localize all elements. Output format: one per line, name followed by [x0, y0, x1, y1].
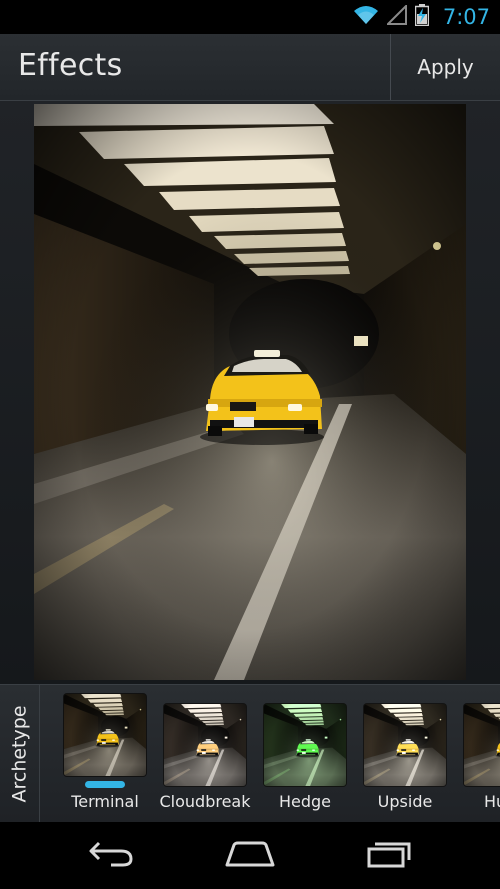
home-button[interactable]: [215, 834, 285, 878]
filter-item-terminal[interactable]: Terminal: [60, 685, 160, 823]
back-button[interactable]: [76, 834, 146, 878]
filter-category-tab[interactable]: Archetype: [0, 685, 40, 823]
page-title: Effects: [18, 48, 123, 83]
photo-image: [34, 104, 466, 680]
status-time: 7:07: [442, 5, 490, 29]
selected-indicator: [85, 781, 125, 788]
signal-icon: [385, 3, 407, 29]
filter-item-partial[interactable]: Hu: [460, 685, 500, 823]
wifi-icon: [353, 5, 379, 29]
recent-apps-icon: [365, 839, 413, 873]
filter-label: Hedge: [278, 792, 332, 811]
filter-label: Cloudbreak: [159, 792, 251, 811]
filter-thumbnail: [464, 704, 500, 786]
home-icon: [224, 839, 276, 873]
filter-thumbnail: [164, 704, 246, 786]
filter-label: Hu: [484, 792, 500, 811]
filter-thumbnail: [64, 694, 146, 776]
filter-item-hedge[interactable]: Hedge: [260, 685, 360, 823]
filter-item-upside[interactable]: Upside: [360, 685, 460, 823]
filter-label: Terminal: [71, 792, 139, 811]
status-bar: 7:07: [0, 0, 500, 34]
filter-strip: Archetype Terminal Cloudbreak Hedge Upsi…: [0, 684, 500, 823]
photo-preview-area: [0, 101, 500, 684]
back-icon: [87, 839, 135, 873]
filter-category-label: Archetype: [8, 705, 31, 803]
battery-charging-icon: [414, 4, 430, 30]
filter-item-cloudbreak[interactable]: Cloudbreak: [160, 685, 260, 823]
photo-preview[interactable]: [34, 104, 466, 680]
filter-thumbnail: [364, 704, 446, 786]
filter-label: Upside: [377, 792, 433, 811]
action-bar: Effects Apply: [0, 34, 500, 101]
navigation-bar: [0, 822, 500, 889]
recent-apps-button[interactable]: [354, 834, 424, 878]
filter-thumbnail: [264, 704, 346, 786]
apply-button[interactable]: Apply: [391, 34, 500, 100]
